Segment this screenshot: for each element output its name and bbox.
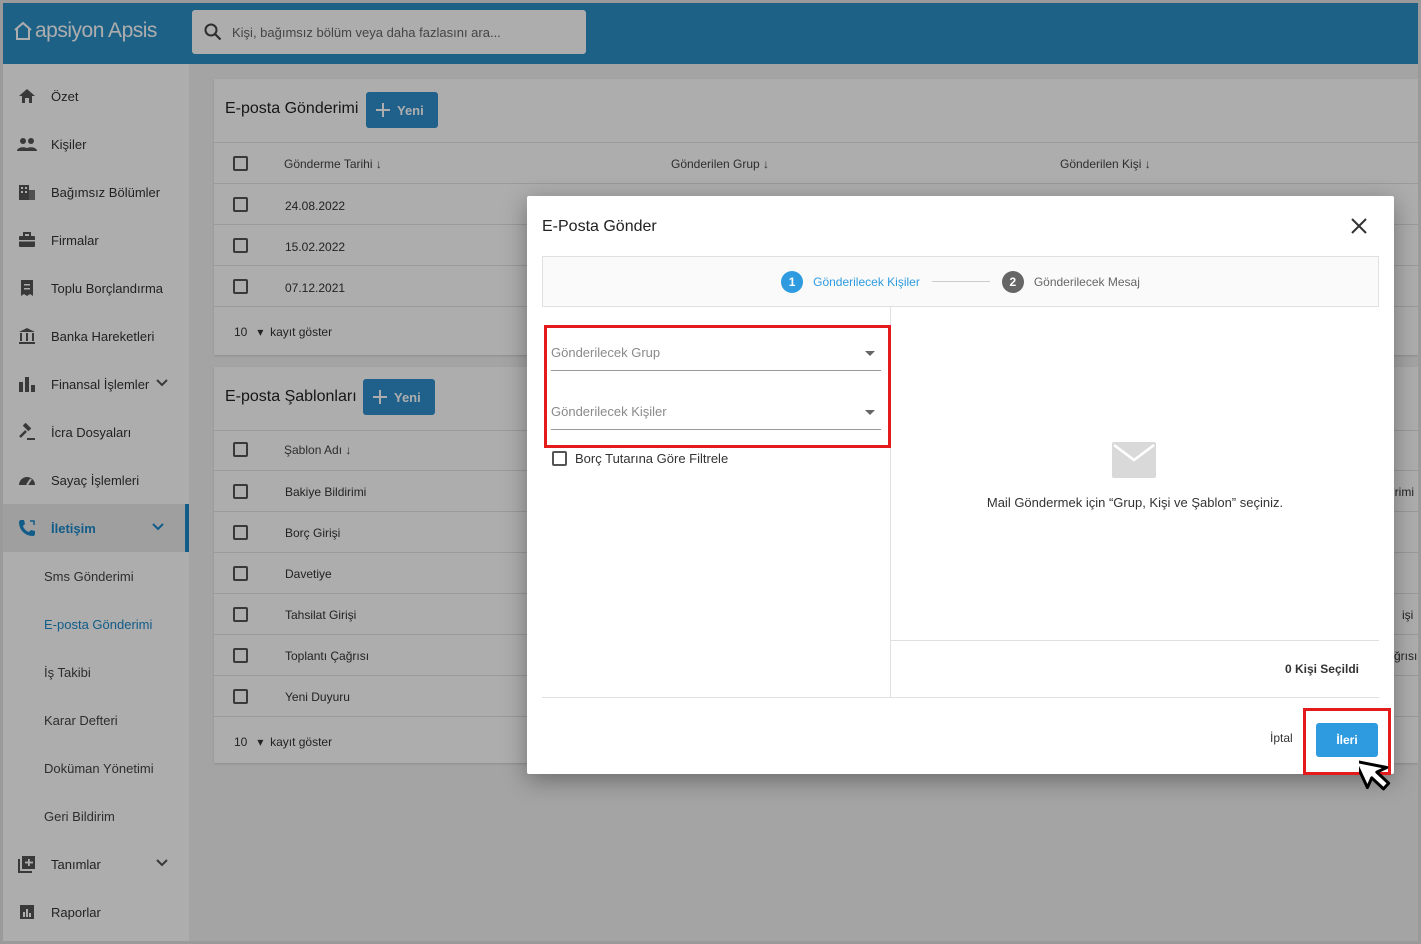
- step-message[interactable]: 2 Gönderilecek Mesaj: [1001, 270, 1140, 293]
- selected-count: 0 Kişi Seçildi: [1284, 662, 1359, 676]
- app-frame: apsiyon Apsis Özet Kişiler Bağımsız Bölü…: [0, 0, 1421, 944]
- checkbox-label: Borç Tutarına Göre Filtrele: [575, 451, 729, 466]
- highlight-box: [544, 325, 891, 448]
- step-label: Gönderilecek Mesaj: [1033, 274, 1140, 289]
- checkbox-box[interactable]: [552, 451, 567, 466]
- divider: [891, 640, 1379, 641]
- step-label: Gönderilecek Kişiler: [813, 274, 920, 289]
- footer-divider: [542, 697, 1379, 698]
- step-number: 2: [1001, 270, 1024, 293]
- step-connector: [931, 281, 990, 282]
- step-number: 1: [781, 270, 804, 293]
- stepper: 1 Gönderilecek Kişiler 2 Gönderilecek Me…: [542, 256, 1379, 307]
- mouse-cursor-icon: [1359, 759, 1391, 791]
- dialog-title: E-Posta Gönder: [542, 218, 657, 235]
- cancel-button[interactable]: İptal: [1270, 731, 1293, 745]
- send-email-dialog: E-Posta Gönder 1 Gönderilecek Kişiler 2 …: [527, 196, 1394, 775]
- preview-pane: Mail Göndermek için “Grup, Kişi ve Şablo…: [891, 307, 1379, 698]
- debt-filter-checkbox[interactable]: Borç Tutarına Göre Filtrele: [552, 451, 728, 466]
- step-recipients[interactable]: 1 Gönderilecek Kişiler: [781, 270, 920, 293]
- close-icon[interactable]: [1349, 216, 1369, 236]
- mail-icon: [1112, 442, 1156, 478]
- empty-state-message: Mail Göndermek için “Grup, Kişi ve Şablo…: [986, 495, 1284, 510]
